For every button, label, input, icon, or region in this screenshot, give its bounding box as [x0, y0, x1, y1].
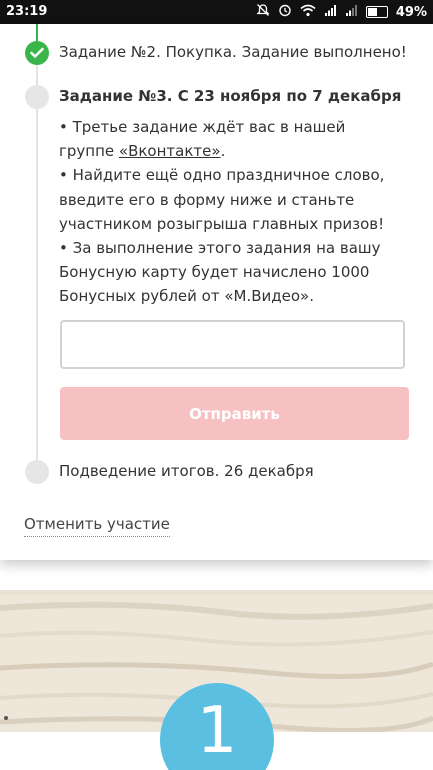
step3-dot: [25, 85, 49, 109]
step4-text: Подведение итогов. 26 декабря: [59, 462, 314, 480]
step3-title: Задание №3. С 23 ноября по 7 декабря: [59, 87, 402, 105]
step4-dot: [25, 460, 49, 484]
vkontakte-link[interactable]: «Вконтакте»: [119, 142, 221, 160]
signal-icon: [345, 4, 358, 21]
step-done-check-icon: [25, 41, 49, 65]
step3-line2: • Найдите ещё одно праздничное слово, вв…: [59, 166, 385, 233]
signal-icon: [324, 4, 337, 21]
status-icons: 49%: [256, 3, 427, 21]
holiday-word-input[interactable]: [60, 320, 405, 369]
page-indicator: [4, 716, 8, 720]
wood-background: 1: [0, 590, 433, 770]
alarm-icon: [278, 3, 292, 21]
cancel-participation-link[interactable]: Отменить участие: [24, 515, 170, 537]
status-bar: 23:19 49%: [0, 0, 433, 24]
mute-icon: [256, 3, 270, 21]
step3-line1: • Третье задание ждёт вас в нашей группе…: [59, 118, 346, 161]
battery-percent: 49%: [395, 4, 427, 20]
step3-description: • Третье задание ждёт вас в нашей группе…: [59, 115, 389, 309]
step3-line3: • За выполнение этого задания на вашу Бо…: [59, 239, 381, 306]
timeline-line-done: [36, 24, 38, 42]
battery-icon: [365, 6, 388, 18]
step2-text: Задание №2. Покупка. Задание выполнено!: [59, 43, 407, 61]
wifi-icon: [300, 4, 316, 21]
contest-card: Задание №2. Покупка. Задание выполнено! …: [0, 24, 433, 560]
submit-button[interactable]: Отправить: [60, 387, 409, 440]
status-time: 23:19: [6, 4, 48, 19]
